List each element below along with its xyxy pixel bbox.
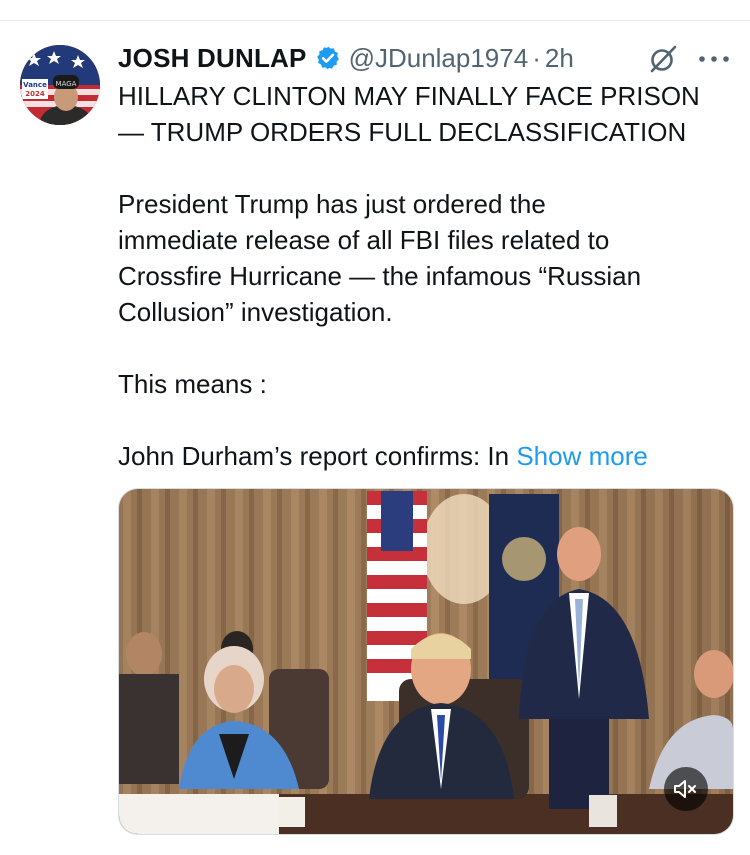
speaker-muted-icon: [674, 780, 696, 798]
video-player[interactable]: [118, 488, 734, 835]
mute-button[interactable]: [664, 767, 708, 811]
author-name[interactable]: JOSH DUNLAP: [118, 43, 307, 74]
body-line: Crossfire Hurricane — the infamous “Russ…: [118, 261, 642, 291]
body-line: President Trump has just ordered the: [118, 189, 546, 219]
timestamp[interactable]: 2h: [545, 43, 574, 74]
last-line-text: John Durham’s report confirms: In: [118, 441, 517, 471]
grok-icon[interactable]: [648, 44, 678, 74]
tweet-header: JOSH DUNLAP @JDunlap1974 · 2h: [118, 40, 738, 76]
this-means-line: This means :: [118, 369, 267, 399]
headline-line: — TRUMP ORDERS FULL DECLASSIFICATION: [118, 117, 687, 147]
more-dots-icon[interactable]: [696, 48, 732, 70]
body-line: Collusion” investigation.: [118, 297, 393, 327]
verified-badge-icon: [316, 46, 339, 70]
show-more-link[interactable]: Show more: [516, 441, 648, 471]
video-frame: [119, 489, 733, 834]
tweet-text: HILLARY CLINTON MAY FINALLY FACE PRISON …: [118, 78, 738, 474]
headline-line: HILLARY CLINTON MAY FINALLY FACE PRISON: [118, 81, 700, 111]
avatar-hat-text: MAGA: [56, 80, 77, 88]
separator-dot: ·: [532, 42, 541, 73]
top-divider: [0, 20, 750, 21]
avatar[interactable]: MAGA Vance 2024: [20, 45, 100, 125]
avatar-badge-top: Vance: [23, 81, 47, 89]
body-line: immediate release of all FBI files relat…: [118, 225, 610, 255]
author-handle[interactable]: @JDunlap1974: [349, 43, 529, 74]
last-line: John Durham’s report confirms: In Show m…: [118, 438, 738, 474]
avatar-badge-bottom: 2024: [25, 90, 45, 98]
